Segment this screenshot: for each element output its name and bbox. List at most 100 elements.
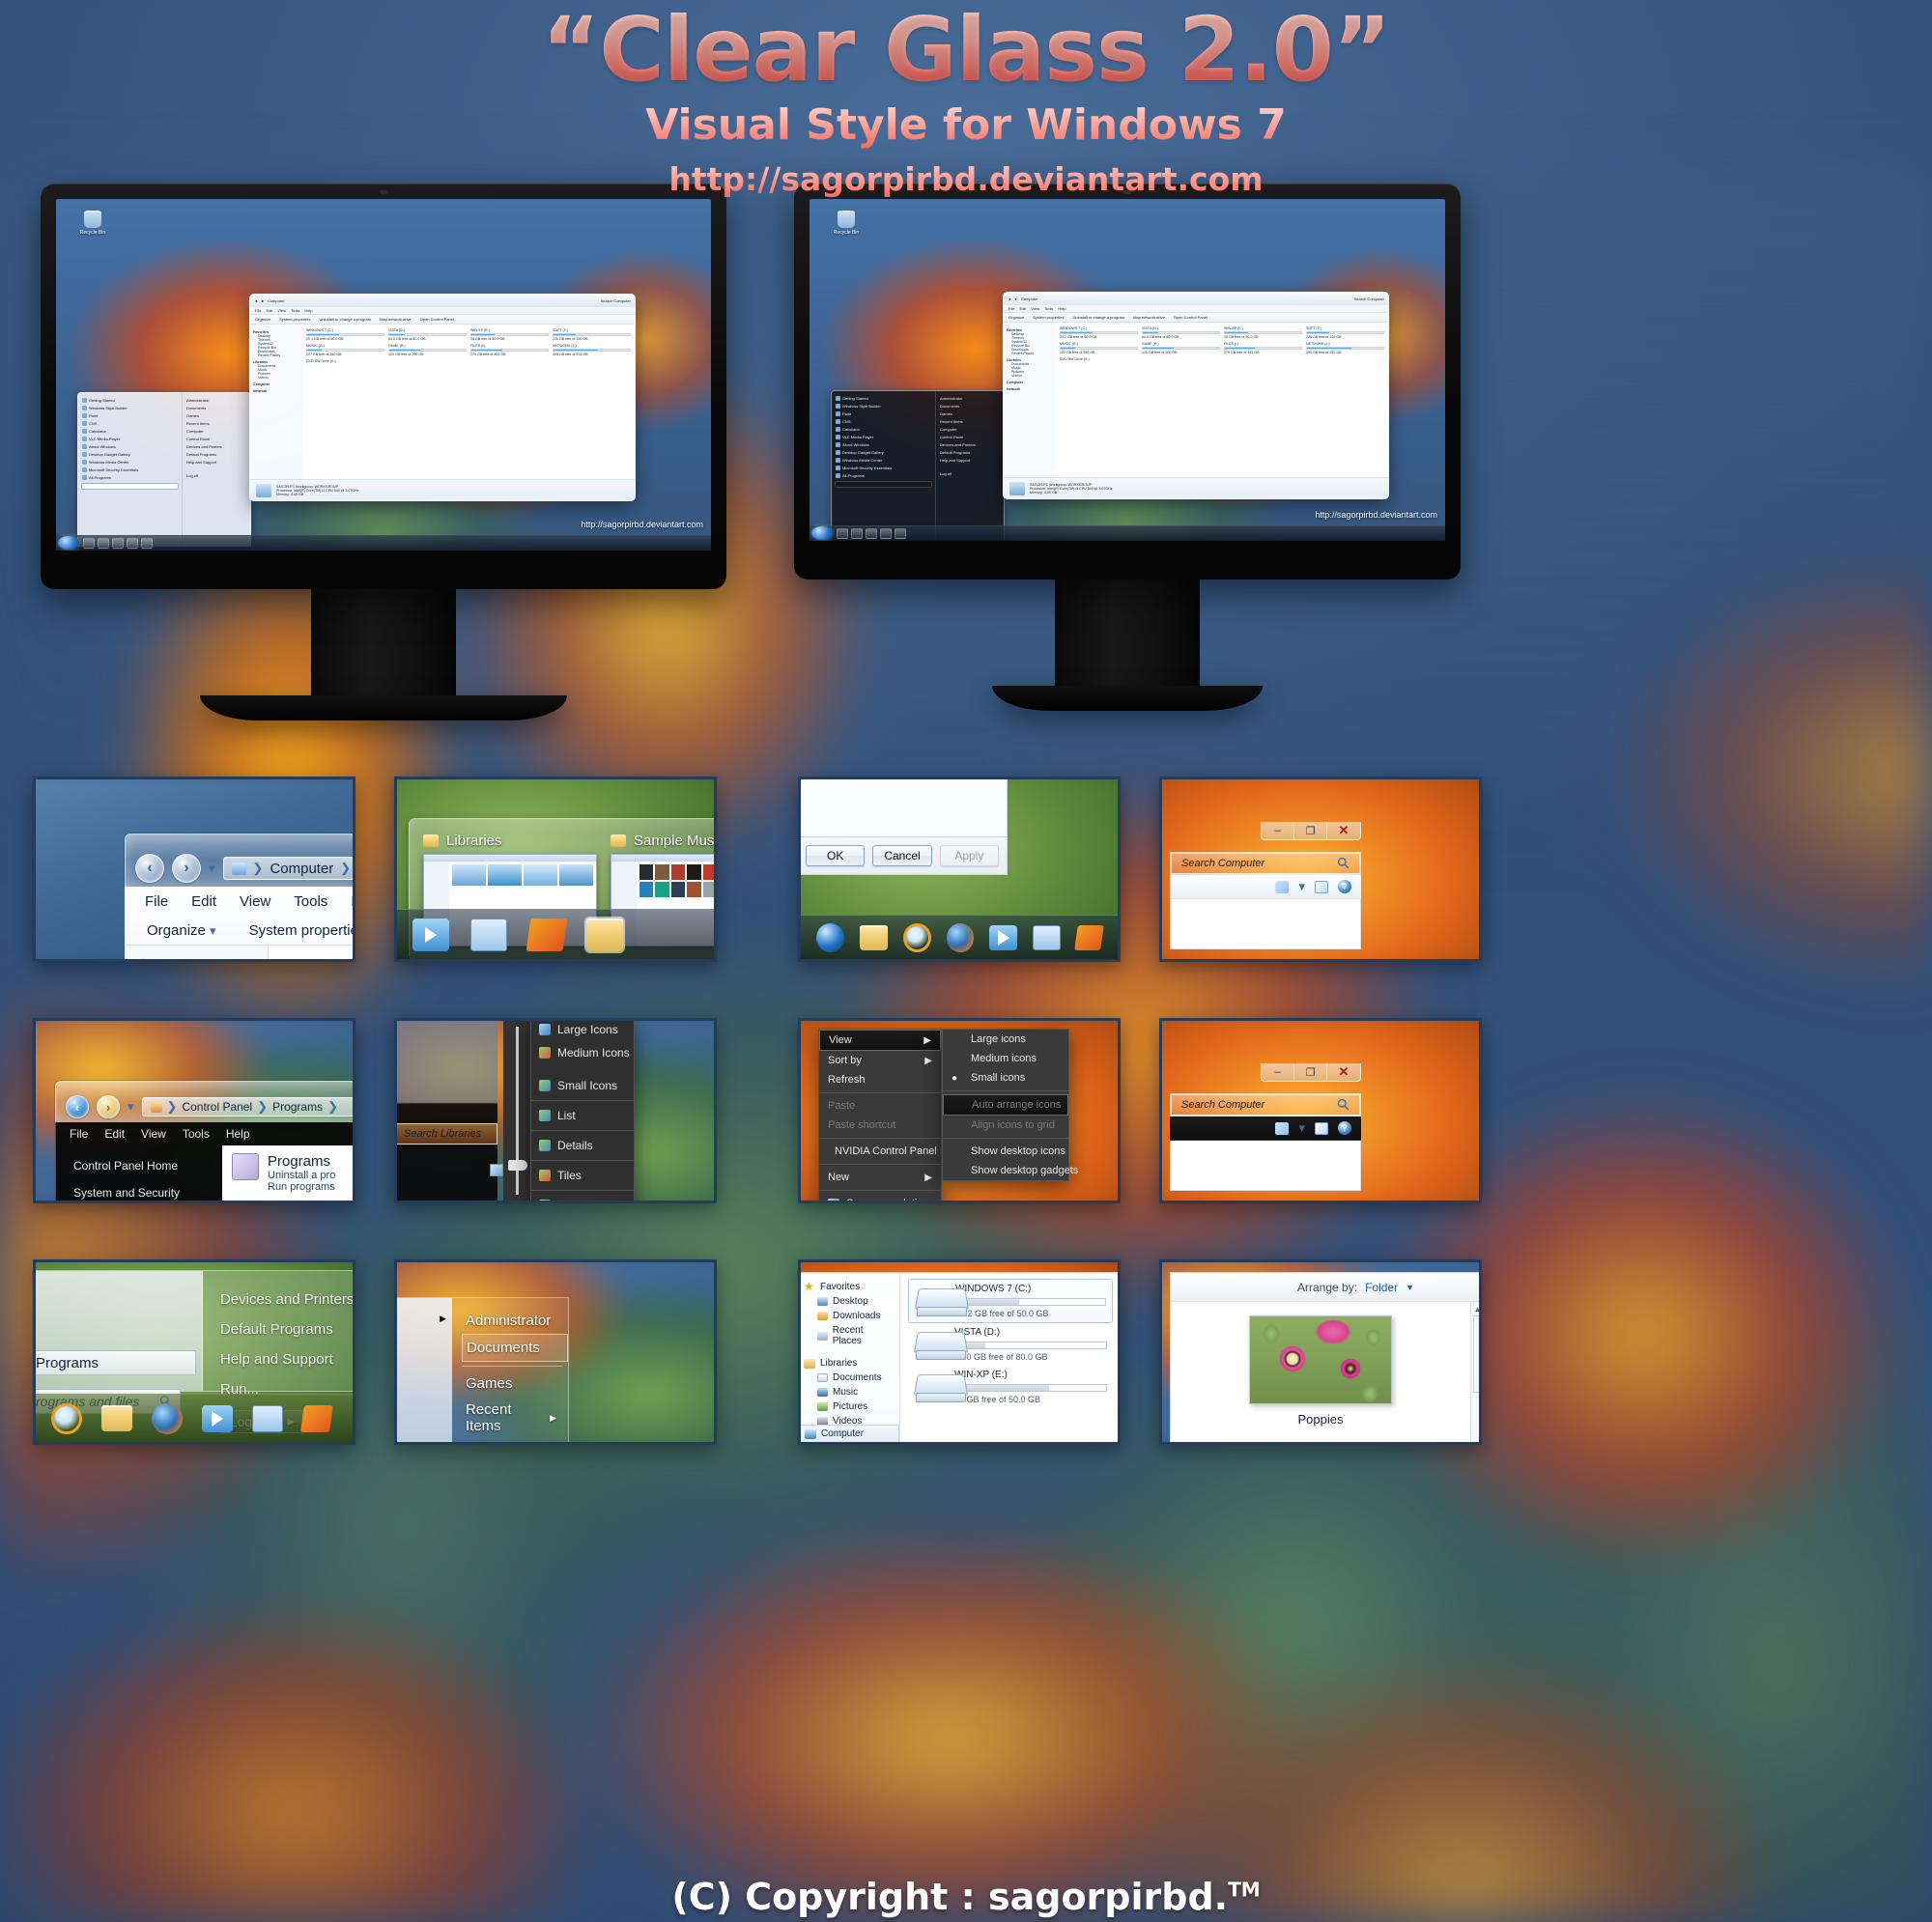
nav-computer[interactable]: Computer [801,1425,899,1442]
ie-icon[interactable] [902,922,931,952]
start-orb-icon[interactable] [811,526,833,540]
scrollbar[interactable]: ▲ [1470,1302,1479,1442]
start-item-all-programs[interactable]: All Programs [81,473,179,481]
control-panel-window[interactable]: ‹ › ▾ ❯ Control Panel ❯ Programs ❯ File … [55,1081,353,1201]
content-area[interactable] [1170,899,1361,949]
context-item-view[interactable]: View ▶ [819,1030,941,1051]
ball-icon[interactable] [816,922,844,952]
taskbar-button[interactable] [837,528,848,539]
menu-help[interactable]: Help [226,1127,250,1141]
back-button[interactable]: ‹ [135,854,164,883]
recent-pages-chevron-icon[interactable]: ▾ [209,861,215,876]
category-title[interactable]: Programs [268,1153,335,1170]
start-right-item[interactable]: Games [939,410,1001,417]
taskbar-button[interactable] [98,538,109,549]
drive-item[interactable]: GAME (H:) 120 GB free of 200 GB [388,344,467,356]
start-right-item[interactable]: Computer [185,427,247,435]
start-item-games[interactable]: Games [462,1371,568,1397]
menu-tools[interactable]: Tools [183,1127,210,1141]
category-link[interactable]: Run programs [268,1181,335,1193]
search-input[interactable]: Search Computer ⚲ [1171,853,1360,874]
nav-downloads[interactable]: Downloads [801,1309,899,1323]
breadcrumb-control-panel[interactable]: Control Panel [182,1100,252,1114]
drive-item[interactable]: MUSIC (G:) 227 GB free of 280 GB [1060,342,1138,354]
start-search-input[interactable] [835,481,932,488]
search-input[interactable]: Search Computer ⚲ [1171,1094,1360,1116]
open-control-panel-button[interactable]: Open Control Panel [1174,315,1208,320]
shutdown-button[interactable]: Log off [185,471,247,479]
organize-button[interactable]: Organize [255,317,270,322]
start-right-item[interactable]: Control Panel [939,433,1001,440]
nav-network[interactable]: Network [1007,387,1053,391]
menu-file[interactable]: File [70,1127,88,1141]
sidebar-item-system-security[interactable]: System and Security [73,1176,222,1201]
change-view-icon[interactable] [1275,1121,1290,1135]
start-item[interactable]: Getting Started [835,394,932,402]
drive-item[interactable]: VISTA (D:) 64.0 GB free of 80.0 GB [1142,326,1220,339]
taskbar-button[interactable] [866,528,877,539]
nav-favorites[interactable]: ★ Favorites [801,1279,899,1294]
nav-item[interactable]: Videos [1007,374,1053,378]
menu-edit[interactable]: Edit [266,308,272,313]
drive-item[interactable]: NETWORK (J:) 395 GB free of 931 GB [553,344,631,356]
view-menu-item-list[interactable]: List [531,1104,634,1127]
system-properties-button[interactable]: System properties [249,922,353,939]
chevron-down-icon[interactable]: ▾ [1298,1120,1305,1136]
start-item[interactable]: Paint [81,411,179,419]
optical-drive-item[interactable]: DVD RW Drive (K:) [306,359,467,363]
menu-edit[interactable]: Edit [191,893,216,910]
content-area[interactable] [1170,1141,1361,1191]
submenu-item-large-icons[interactable]: Large icons [943,1030,1068,1049]
help-icon[interactable]: ? [1338,1121,1351,1135]
recent-pages-chevron-icon[interactable]: ▾ [128,1099,134,1115]
cancel-button[interactable]: Cancel [872,845,932,866]
start-orb-icon[interactable] [300,1404,333,1432]
start-item[interactable]: VLC Media Player [81,435,179,442]
menu-tools[interactable]: Tools [1044,306,1053,311]
uninstall-button[interactable]: Uninstall or change a program [1072,315,1124,320]
close-button[interactable]: ✕ [1327,822,1360,839]
start-orb-icon[interactable] [58,536,79,550]
maximize-button[interactable]: ❐ [1294,1063,1327,1081]
start-item[interactable]: Windows Media Center [835,456,932,464]
nav-favorites[interactable]: ★ Favorites [126,953,268,959]
uninstall-button[interactable]: Uninstall or change a program [319,317,371,322]
start-right-item[interactable]: Computer [939,425,1001,433]
menu-edit[interactable]: Edit [1019,306,1026,311]
start-orb-icon[interactable] [1074,924,1104,950]
taskbar-button[interactable] [880,528,892,539]
forward-button[interactable]: › [172,854,201,883]
taskbar-button[interactable] [83,538,95,549]
map-network-drive-button[interactable]: Map network drive [380,317,412,322]
chevron-right-icon[interactable]: ❯ [327,1099,338,1115]
explorer-titlebar[interactable]: ◄ ► Computer Search Computer [1004,293,1388,305]
search-input[interactable]: Search Libraries [397,1123,497,1145]
scrollbar-thumb[interactable] [1473,1315,1479,1393]
file-list-pane[interactable] [269,946,353,959]
search-input[interactable]: Search Computer [601,298,631,303]
submenu-item-show-desktop-icons[interactable]: Show desktop icons [943,1142,1068,1161]
start-item-devices-and-printers[interactable]: Devices and Printers [220,1285,353,1314]
drive-row[interactable]: WIN-XP (E:) 35 GB free of 50.0 GB [908,1366,1113,1408]
desktop-icon-recycle-bin[interactable]: Recycle Bin [73,211,112,236]
start-item-recent-items[interactable]: Recent Items ▶ [462,1397,568,1439]
start-right-item[interactable]: Documents [939,402,1001,410]
folder-icon[interactable] [101,1405,132,1431]
search-icon[interactable]: ⚲ [1333,1094,1354,1116]
search-input[interactable]: Search Computer [1354,297,1384,301]
context-item-new[interactable]: New ▶ [819,1168,941,1187]
start-right-item[interactable]: Help and Support [939,456,1001,464]
drive-row[interactable]: VISTA (D:) 64.0 GB free of 80.0 GB [908,1323,1113,1366]
start-item[interactable]: Paint [835,410,932,417]
start-item-administrator[interactable]: Administrator [462,1308,568,1334]
map-network-drive-button[interactable]: Map network drive [1133,315,1165,320]
taskbar-button[interactable] [141,538,153,549]
drive-item[interactable]: NETWORK (J:) 395 GB free of 931 GB [1306,342,1384,354]
start-right-item[interactable]: Administrator [185,396,247,404]
taskbar-button[interactable] [851,528,863,539]
change-view-icon[interactable] [1275,880,1290,893]
nav-computer[interactable]: Computer [253,382,299,386]
start-item-documents[interactable]: Documents [462,1334,568,1362]
nav-item[interactable]: Recent Places [253,353,299,357]
control-panel-icon[interactable] [252,1404,283,1432]
